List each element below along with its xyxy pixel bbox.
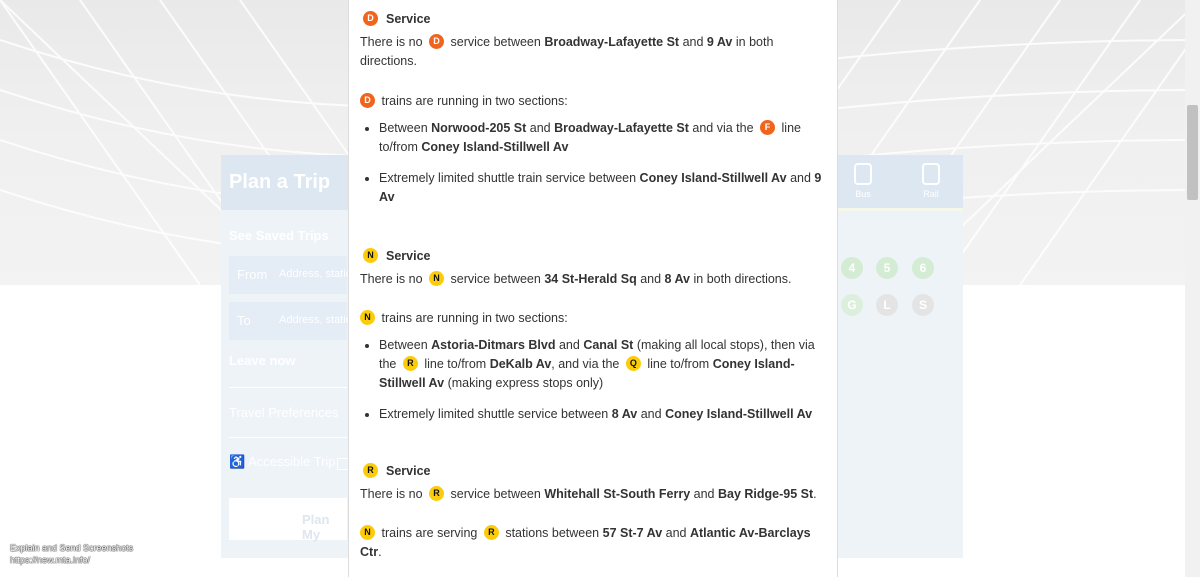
n-sections-text: N trains are running in two sections: [360,309,822,328]
list-item: Between Astoria-Ditmars Blvd and Canal S… [379,336,822,393]
d-line-bullet: D [360,93,375,109]
mode-bus[interactable]: Bus [838,163,888,199]
n-sections-list: Between Astoria-Ditmars Blvd and Canal S… [360,336,822,424]
modal-content: D Service There is no D service between … [360,10,822,562]
from-field[interactable]: From Address, statio [229,256,352,294]
travel-preferences-link[interactable]: Travel Preferences [229,405,338,420]
d-line-bullet: D [363,11,378,26]
from-label: From [237,267,268,282]
r-line-bullet: R [429,486,445,502]
list-item: Extremely limited shuttle service betwee… [379,405,822,424]
bus-icon [854,163,872,185]
ghost-route-bullet[interactable]: L [876,294,898,316]
f-line-bullet: F [760,120,776,136]
mode-rail[interactable]: Rail [906,163,956,199]
n-line-bullet: N [429,271,445,287]
page-scrollbar[interactable] [1185,0,1200,577]
scrollbar-thumb[interactable] [1187,105,1198,200]
d-sections-list: Between Norwood-205 St and Broadway-Lafa… [360,119,822,207]
to-field[interactable]: To Address, statio [229,302,352,340]
to-label: To [237,313,251,328]
ghost-route-bullet[interactable]: 6 [912,257,934,279]
screenshot-caption: Explain and Send Screenshots https://new… [10,542,133,566]
list-item: Between Norwood-205 St and Broadway-Lafa… [379,119,822,157]
accessible-trip-text: Accessible Trip [248,454,336,469]
from-placeholder: Address, statio [279,268,352,280]
leave-now-selector[interactable]: Leave now [229,353,295,368]
r-line-bullet: R [402,356,418,372]
mode-rail-label: Rail [923,189,939,199]
r-serving-text: N trains are serving R stations between … [360,525,811,559]
q-line-bullet: Q [625,356,641,372]
ghost-route-bullet[interactable]: 5 [876,257,898,279]
d-line-bullet: D [429,34,445,50]
n-no-service-text: There is no N service between 34 St-Hera… [360,271,792,287]
mode-bus-label: Bus [855,189,871,199]
service-header-n: N Service [360,247,822,266]
list-item: Extremely limited shuttle train service … [379,169,822,207]
ghost-route-bullet[interactable]: 4 [841,257,863,279]
service-status-modal: D Service There is no D service between … [348,0,838,577]
saved-trips-link[interactable]: See Saved Trips [229,228,329,243]
service-header-d: D Service [360,10,822,29]
n-line-bullet: N [360,310,375,326]
accessible-trip-label[interactable]: ♿ Accessible Trip [229,454,336,470]
divider [229,437,347,438]
plan-my-trip-button[interactable]: Plan My [229,498,347,542]
n-line-bullet: N [363,248,378,263]
service-header-r: R Service [360,462,822,481]
plan-button-label: Plan My [302,512,330,542]
r-line-bullet: R [483,525,499,541]
caption-line-1: Explain and Send Screenshots [10,543,134,553]
d-no-service-text: There is no D service between Broadway-L… [360,34,774,68]
section-title: Service [386,12,431,26]
r-line-bullet: R [363,463,378,478]
to-placeholder: Address, statio [279,314,352,326]
r-no-service-text: There is no R service between Whitehall … [360,486,817,502]
section-title: Service [386,249,431,263]
ghost-route-bullet[interactable]: S [912,294,934,316]
d-sections-text: D trains are running in two sections: [360,92,822,111]
divider [229,387,347,388]
section-title: Service [386,464,431,478]
n-line-bullet: N [360,525,375,541]
rail-icon [922,163,940,185]
ghost-route-bullet[interactable]: G [841,294,863,316]
plan-title: Plan a Trip [229,171,331,193]
mode-underline [838,208,963,211]
caption-line-2: https://new.mta.info/ [10,555,91,565]
